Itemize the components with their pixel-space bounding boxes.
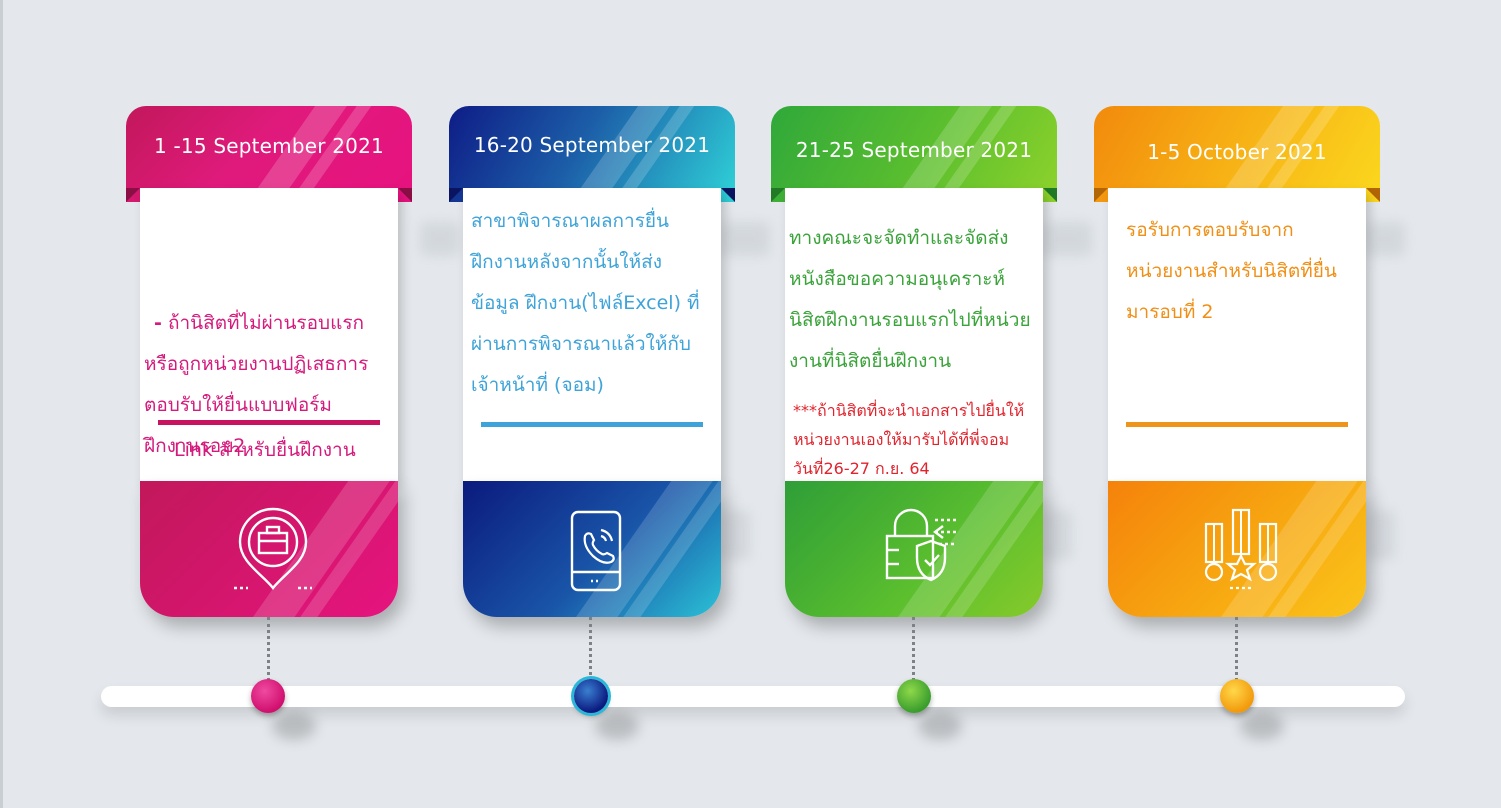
card-line: ข้อมูล ฝึกงาน(ไฟล์Excel) ที่: [471, 292, 700, 314]
timeline-bar: [101, 686, 1405, 707]
card-date: 1 -15 September 2021: [154, 134, 384, 158]
card-line: ฝึกงานหลังจากนั้นให้ส่ง: [471, 251, 662, 273]
connector-dots: [589, 617, 592, 687]
ribbon-fold: [1094, 188, 1108, 202]
note-line: ***ถ้านิสิตที่จะนำเอกสารไปยื่นให้: [793, 401, 1025, 420]
card-line: เจ้าหน้าที่ (จอม): [471, 374, 604, 396]
card-line: หรือถูกหน่วยงานปฏิเสธการ: [144, 353, 369, 375]
ribbon-fold: [721, 188, 735, 202]
card-footer: [140, 481, 398, 617]
card-body: ทางคณะจะจัดทำและจัดส่ง หนังสือขอความอนุเ…: [785, 188, 1043, 483]
card-date: 21-25 September 2021: [795, 138, 1033, 162]
card-divider: [1126, 422, 1348, 427]
card-line: งานที่นิสิตยื่นฝึกงาน: [789, 350, 952, 372]
timeline-card-2: 16-20 September 2021 สาขาพิจารณาผลการยื่…: [449, 106, 735, 621]
timeline-marker-2: [574, 679, 608, 713]
bullet: -: [154, 312, 162, 334]
card-divider: [481, 422, 703, 427]
connector-dots: [267, 617, 270, 687]
note-line: หน่วยงานเองให้มารับได้ที่พี่จอม: [793, 430, 1010, 449]
timeline-card-1: 1 -15 September 2021 - ถ้านิสิตที่ไม่ผ่า…: [126, 106, 412, 621]
card-line: หน่วยงานสำหรับนิสิตที่ยื่น: [1126, 260, 1337, 282]
note-line: วันที่26-27 ก.ย. 64: [793, 459, 930, 478]
card-line: รอรับการตอบรับจาก: [1126, 219, 1294, 241]
card-line: ผ่านการพิจารณาแล้วให้กับ: [471, 333, 691, 355]
timeline-card-3: 21-25 September 2021 ทางคณะจะจัดทำและจัด…: [771, 106, 1057, 621]
ribbon-fold: [449, 188, 463, 202]
card-line: มารอบที่ 2: [1126, 301, 1214, 323]
card-footer: [1108, 481, 1366, 617]
ribbon-fold: [126, 188, 140, 202]
ribbon-fold: [771, 188, 785, 202]
card-date: 16-20 September 2021: [473, 133, 711, 157]
card-line: นิสิตฝึกงานรอบแรกไปที่หน่วย: [789, 309, 1031, 331]
lock-shield-icon: [885, 508, 957, 582]
ribbon-fold: [1366, 188, 1380, 202]
briefcase-location-icon: [234, 507, 312, 590]
card-footer: [785, 481, 1043, 617]
ribbon-fold: [398, 188, 412, 202]
card-line: หนังสือขอความอนุเคราะห์: [789, 268, 1005, 290]
card-divider: [158, 420, 380, 425]
card-date: 1-5 October 2021: [1147, 140, 1327, 164]
card-footer: [463, 481, 721, 617]
submit-internship-link[interactable]: Link สำหรับยื่นฝึกงาน: [174, 435, 356, 465]
connector-dots: [1235, 617, 1238, 687]
card-text: สาขาพิจารณาผลการยื่น ฝึกงานหลังจากนั้นให…: [471, 201, 721, 406]
card-text: ทางคณะจะจัดทำและจัดส่ง หนังสือขอความอนุเ…: [789, 218, 1043, 382]
timeline-marker-1: [251, 679, 285, 713]
timeline-card-4: 1-5 October 2021 รอรับการตอบรับจาก หน่วย…: [1094, 106, 1380, 621]
medals-icon: [1204, 508, 1278, 590]
card-line: ถ้านิสิตที่ไม่ผ่านรอบแรก: [167, 312, 365, 334]
card-line: ทางคณะจะจัดทำและจัดส่ง: [789, 227, 1009, 249]
connector-dots: [912, 617, 915, 687]
timeline-marker-4: [1220, 679, 1254, 713]
phone-call-icon: [570, 510, 622, 592]
ribbon-fold: [1043, 188, 1057, 202]
marker-shadow: [1240, 712, 1284, 740]
marker-shadow: [595, 712, 639, 740]
marker-shadow: [918, 712, 962, 740]
card-body: รอรับการตอบรับจาก หน่วยงานสำหรับนิสิตที่…: [1108, 188, 1366, 483]
left-edge: [0, 0, 3, 808]
card-line: สาขาพิจารณาผลการยื่น: [471, 210, 670, 232]
card-note: ***ถ้านิสิตที่จะนำเอกสารไปยื่นให้ หน่วยง…: [793, 396, 1043, 483]
card-text: รอรับการตอบรับจาก หน่วยงานสำหรับนิสิตที่…: [1126, 210, 1366, 333]
card-body: - ถ้านิสิตที่ไม่ผ่านรอบแรก หรือถูกหน่วยง…: [140, 188, 398, 483]
marker-shadow: [272, 712, 316, 740]
card-body: สาขาพิจารณาผลการยื่น ฝึกงานหลังจากนั้นให…: [463, 188, 721, 483]
timeline-marker-3: [897, 679, 931, 713]
